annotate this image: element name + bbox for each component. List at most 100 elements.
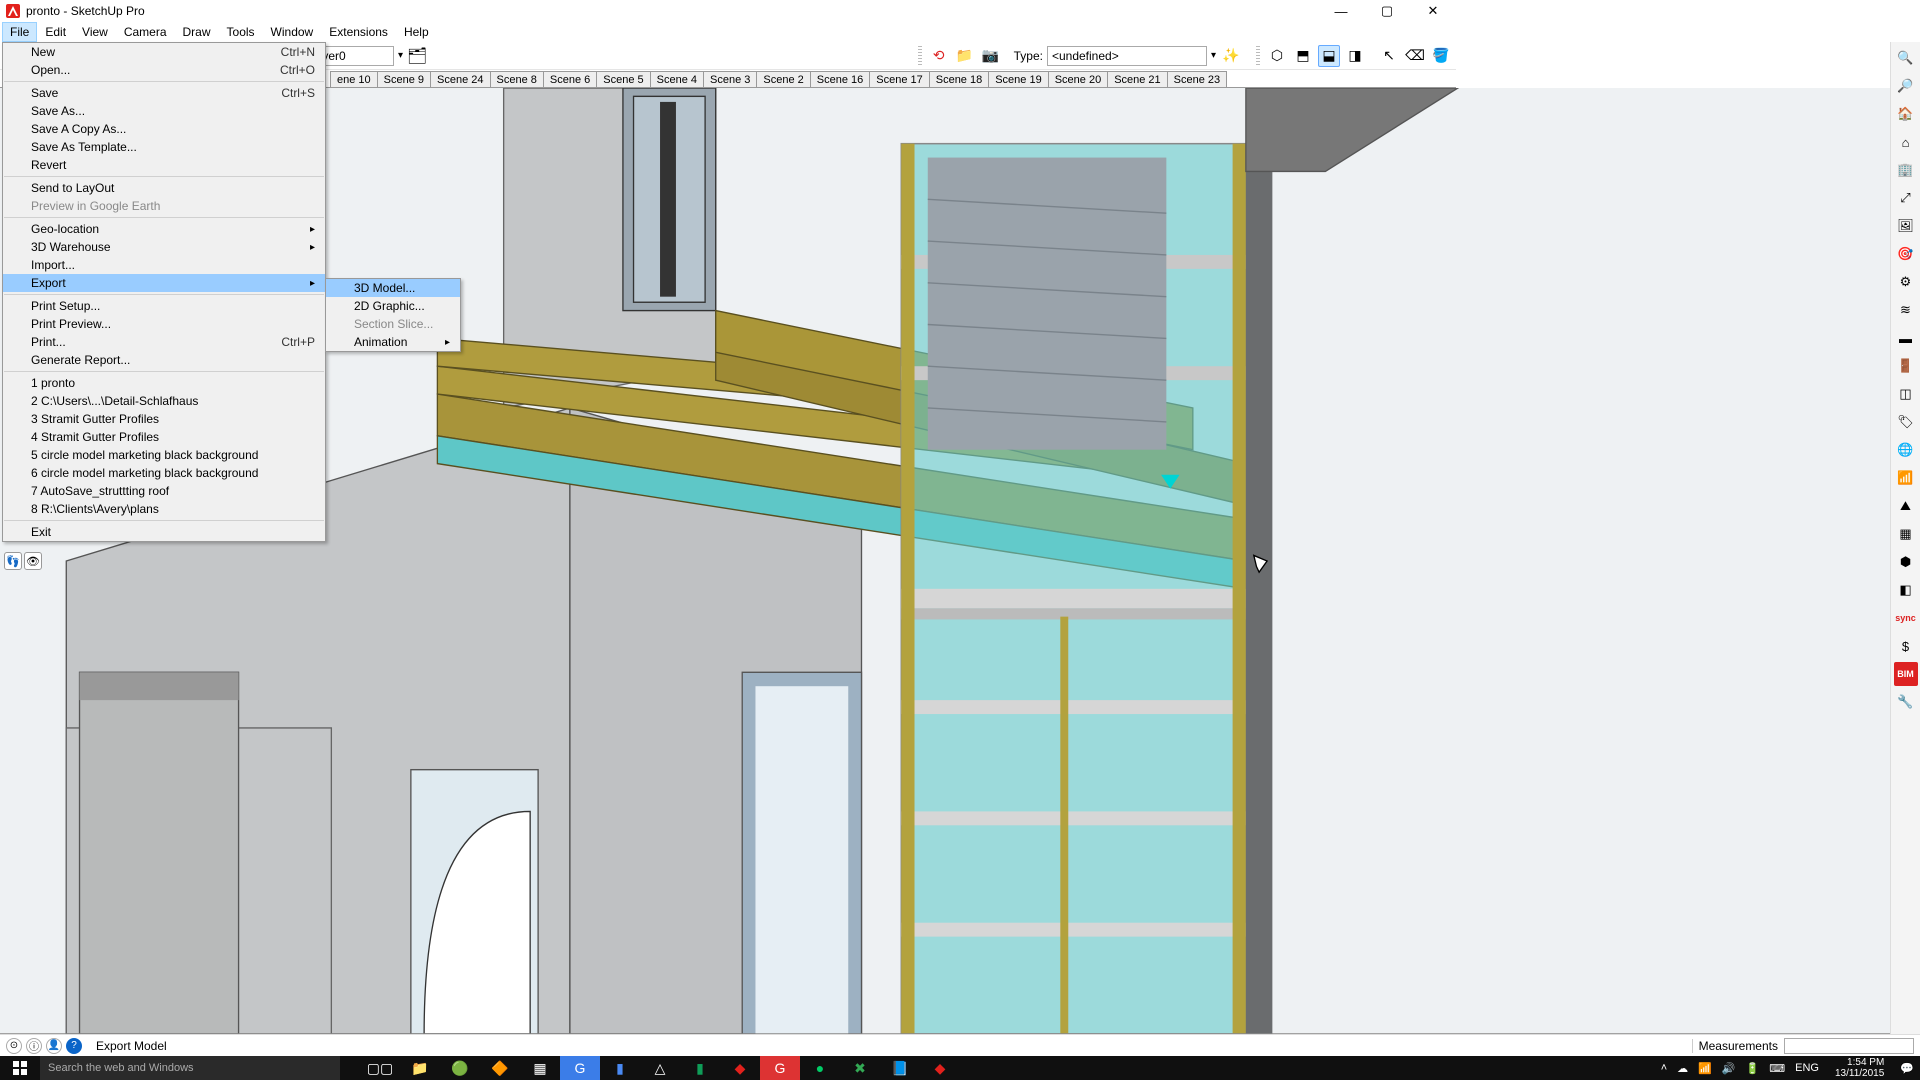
app-g2-icon[interactable]: G [760, 1056, 800, 1080]
file-menu-item[interactable]: Geo-location▸ [3, 220, 325, 238]
file-menu-item[interactable]: 1 pronto [3, 374, 325, 392]
scene-tab[interactable]: Scene 8 [490, 71, 544, 87]
file-menu-item[interactable]: Revert [3, 156, 325, 174]
app-circle-icon[interactable]: ● [800, 1056, 840, 1080]
record-icon[interactable]: ⟲ [928, 45, 950, 67]
solid-cube-icon[interactable]: ◧ [1894, 578, 1918, 602]
tray-language[interactable]: ENG [1795, 1062, 1819, 1074]
file-menu-item[interactable]: SaveCtrl+S [3, 84, 325, 102]
zoom-extents-icon[interactable]: ⤢ [1894, 186, 1918, 210]
tray-keyboard-icon[interactable]: ⌨ [1769, 1062, 1785, 1075]
app-wrench-icon[interactable]: ✖ [840, 1056, 880, 1080]
file-menu-item[interactable]: 2 C:\Users\...\Detail-Schlafhaus [3, 392, 325, 410]
chrome-icon[interactable]: 🟢 [440, 1056, 480, 1080]
tray-cloud-icon[interactable]: ☁ [1677, 1062, 1688, 1075]
dollar-icon[interactable]: $ [1894, 634, 1918, 658]
scene-tab[interactable]: Scene 2 [756, 71, 810, 87]
file-menu-item[interactable]: 5 circle model marketing black backgroun… [3, 446, 325, 464]
file-menu-item[interactable]: Save As... [3, 102, 325, 120]
top-view-icon[interactable]: ⬒ [1292, 45, 1314, 67]
iso-icon[interactable]: ⬡ [1266, 45, 1288, 67]
app-g-icon[interactable]: G [560, 1056, 600, 1080]
scene-tab[interactable]: Scene 21 [1107, 71, 1167, 87]
geo-info-icon[interactable]: ⊙ [6, 1038, 22, 1054]
layers-icon[interactable]: ≋ [1894, 298, 1918, 322]
menu-window[interactable]: Window [263, 22, 322, 42]
export-submenu-item[interactable]: 3D Model... [326, 279, 460, 297]
bim-icon[interactable]: BIM [1894, 662, 1918, 686]
search-glass-icon[interactable]: 🔎 [1894, 74, 1918, 98]
file-menu-item[interactable]: Send to LayOut [3, 179, 325, 197]
house-outline-icon[interactable]: ⌂ [1894, 130, 1918, 154]
select-icon[interactable]: ↖ [1378, 45, 1400, 67]
scene-tab[interactable]: Scene 3 [703, 71, 757, 87]
file-menu-item[interactable]: Save As Template... [3, 138, 325, 156]
wall-icon[interactable]: ▬ [1894, 326, 1918, 350]
layer-manager-icon[interactable]: 🗂 [407, 46, 427, 66]
menu-help[interactable]: Help [396, 22, 437, 42]
layer-dropdown-icon[interactable]: ▾ [398, 50, 403, 61]
scene-tab[interactable]: Scene 23 [1167, 71, 1227, 87]
building-icon[interactable]: 🏢 [1894, 158, 1918, 182]
menu-extensions[interactable]: Extensions [321, 22, 396, 42]
menu-tools[interactable]: Tools [219, 22, 263, 42]
file-menu-item[interactable]: Import... [3, 256, 325, 274]
type-input[interactable] [1047, 46, 1207, 66]
house-icon[interactable]: 🏠 [1894, 102, 1918, 126]
type-dropdown-icon[interactable]: ▾ [1211, 50, 1216, 61]
scene-tab[interactable]: Scene 24 [430, 71, 490, 87]
stairs-icon[interactable]: 📶 [1894, 466, 1918, 490]
roof-icon[interactable]: ⛰ [1894, 494, 1918, 518]
measurements-input[interactable] [1784, 1038, 1914, 1054]
tray-network-icon[interactable]: 📶 [1698, 1062, 1712, 1075]
scene-tab[interactable]: ene 10 [330, 71, 378, 87]
window-tool-icon[interactable]: ◫ [1894, 382, 1918, 406]
toolbar-grip[interactable] [918, 46, 922, 66]
start-button[interactable] [0, 1056, 40, 1080]
scene-tab[interactable]: Scene 19 [988, 71, 1048, 87]
magnifier-icon[interactable]: 🔍 [1894, 46, 1918, 70]
file-menu-item[interactable]: Print...Ctrl+P [3, 333, 325, 351]
target-icon[interactable]: 🎯 [1894, 242, 1918, 266]
scene-tab[interactable]: Scene 6 [543, 71, 597, 87]
tray-volume-icon[interactable]: 🔊 [1722, 1062, 1736, 1075]
menu-draw[interactable]: Draw [175, 22, 219, 42]
file-menu-item[interactable]: NewCtrl+N [3, 43, 325, 61]
file-menu-item[interactable]: Open...Ctrl+O [3, 61, 325, 79]
tray-notifications-icon[interactable]: 💬 [1900, 1062, 1914, 1075]
file-menu-item[interactable]: Print Preview... [3, 315, 325, 333]
file-menu-item[interactable]: 3 Stramit Gutter Profiles [3, 410, 325, 428]
app-colorful-icon[interactable]: 🔶 [480, 1056, 520, 1080]
camera-red-icon[interactable]: 📷 [980, 45, 1002, 67]
explorer-icon[interactable]: 📁 [400, 1056, 440, 1080]
person-info-icon[interactable]: 👤 [46, 1038, 62, 1054]
scene-tab[interactable]: Scene 4 [650, 71, 704, 87]
tray-clock[interactable]: 1:54 PM 13/11/2015 [1829, 1057, 1890, 1079]
wrench-icon[interactable]: 🔧 [1894, 690, 1918, 714]
menu-camera[interactable]: Camera [116, 22, 175, 42]
sheets-icon[interactable]: ▮ [680, 1056, 720, 1080]
scene-tab[interactable]: Scene 16 [810, 71, 870, 87]
file-menu-item[interactable]: Generate Report... [3, 351, 325, 369]
menu-edit[interactable]: Edit [37, 22, 74, 42]
sync-icon[interactable]: sync [1894, 606, 1918, 630]
minimize-button[interactable]: — [1318, 0, 1364, 22]
app-grid-icon[interactable]: ▦ [520, 1056, 560, 1080]
drive-icon[interactable]: △ [640, 1056, 680, 1080]
grid-icon[interactable]: ▦ [1894, 522, 1918, 546]
menu-view[interactable]: View [74, 22, 116, 42]
maximize-button[interactable]: ▢ [1364, 0, 1410, 22]
file-menu-item[interactable]: Print Setup... [3, 297, 325, 315]
ifc-globe-icon[interactable]: 🌐 [1894, 438, 1918, 462]
scene-tab[interactable]: Scene 9 [377, 71, 431, 87]
photo-icon[interactable]: 🖼 [1894, 214, 1918, 238]
scene-tab[interactable]: Scene 20 [1048, 71, 1108, 87]
export-submenu-item[interactable]: Animation▸ [326, 333, 460, 351]
gear-icon[interactable]: ⚙ [1894, 270, 1918, 294]
file-menu-item[interactable]: 8 R:\Clients\Avery\plans [3, 500, 325, 518]
scene-tab[interactable]: Scene 5 [596, 71, 650, 87]
sketchup2-icon[interactable]: ◆ [920, 1056, 960, 1080]
footprints-icon[interactable]: 👣 [4, 552, 22, 570]
tray-chevron-icon[interactable]: ˄ [1661, 1062, 1667, 1074]
eye-icon[interactable]: 👁 [24, 552, 42, 570]
